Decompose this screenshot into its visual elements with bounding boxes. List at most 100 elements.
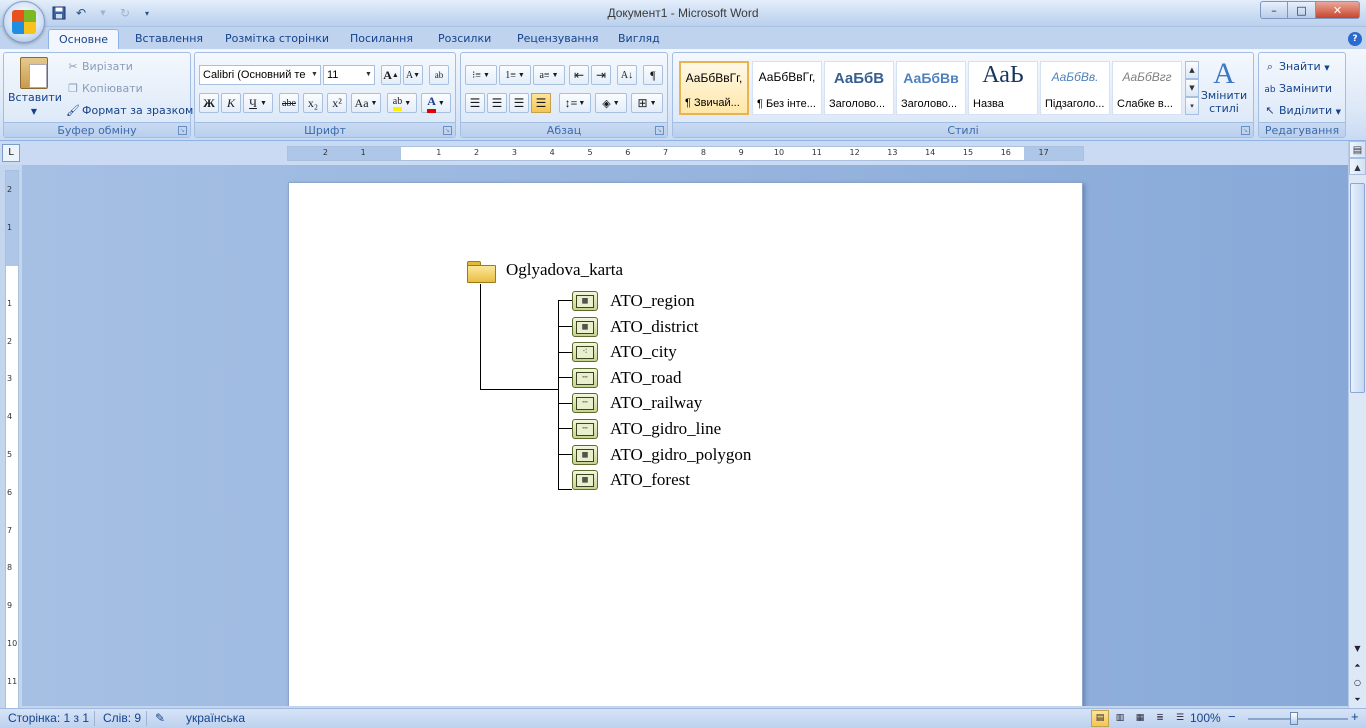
style-title[interactable]: АаЬ Назва <box>968 61 1038 115</box>
grow-font-button[interactable]: A ▲ <box>381 65 401 85</box>
style-normal[interactable]: АаБбВвГг, ¶ Звичай... <box>679 61 749 115</box>
tab-insert[interactable]: Вставлення <box>125 29 213 49</box>
show-marks-button[interactable]: ¶ <box>643 65 663 85</box>
font-launcher-icon[interactable]: ↘ <box>443 126 452 135</box>
zoom-out-button[interactable]: − <box>1228 709 1236 724</box>
replace-button[interactable]: ab Замінити <box>1263 79 1332 99</box>
shrink-font-button[interactable]: A ▼ <box>403 65 423 85</box>
proofing-icon[interactable]: ✎ <box>155 711 165 725</box>
ruler-number: 2 <box>322 148 328 157</box>
clear-formatting-button[interactable]: ab <box>429 65 449 85</box>
zoom-slider-track[interactable] <box>1248 718 1348 720</box>
tree-item: ╌ ATO_gidro_line <box>572 418 721 440</box>
superscript-button[interactable]: x² <box>327 93 347 113</box>
language-indicator[interactable]: українська <box>186 711 245 725</box>
style-subtle-emphasis[interactable]: АаБбВгг Слабке в... <box>1112 61 1182 115</box>
word-count[interactable]: Слів: 9 <box>103 711 141 725</box>
justify-button[interactable]: ☰ <box>531 93 551 113</box>
tab-selector-icon[interactable]: L <box>2 144 20 162</box>
font-size-select[interactable]: 11 ▼ <box>323 65 375 85</box>
style-heading-2[interactable]: АаБбВв Заголово... <box>896 61 966 115</box>
change-case-button[interactable]: Aa ▼ <box>351 93 381 113</box>
underline-button[interactable]: Ч ▼ <box>243 93 273 113</box>
style-heading-1[interactable]: АаБбВ Заголово... <box>824 61 894 115</box>
sort-button[interactable]: A↓ <box>617 65 637 85</box>
highlight-button[interactable]: ab ▼ <box>387 93 417 113</box>
zoom-level[interactable]: 100% <box>1190 711 1221 725</box>
cut-button[interactable]: ✂ Вирізати <box>66 57 133 77</box>
close-button[interactable]: ✕ <box>1316 1 1360 19</box>
tab-view[interactable]: Вигляд <box>608 29 670 49</box>
vertical-ruler[interactable]: 2 1 1 2 3 4 5 6 7 8 9 10 11 <box>5 170 19 710</box>
decrease-indent-button[interactable]: ⇤ <box>569 65 589 85</box>
gallery-up-icon[interactable]: ▲ <box>1185 61 1199 79</box>
select-button[interactable]: ↖ Виділити ▼ <box>1263 101 1341 121</box>
increase-indent-icon: ⇥ <box>595 67 607 82</box>
tab-page-layout[interactable]: Розмітка сторінки <box>215 29 339 49</box>
find-button[interactable]: ⌕ Знайти ▼ <box>1263 57 1330 77</box>
styles-launcher-icon[interactable]: ↘ <box>1241 126 1250 135</box>
ruler-toggle-icon[interactable]: ▤ <box>1349 141 1366 158</box>
ruler-number: 1 <box>7 223 13 233</box>
web-layout-view-icon[interactable]: ▦ <box>1131 710 1149 727</box>
scroll-thumb[interactable] <box>1350 183 1365 393</box>
paragraph-launcher-icon[interactable]: ↘ <box>655 126 664 135</box>
horizontal-ruler[interactable]: 2 1 1 2 3 4 5 6 7 8 9 10 11 12 13 14 15 16 17 <box>287 146 1084 161</box>
style-subtitle[interactable]: АаБбВв. Підзаголо... <box>1040 61 1110 115</box>
gallery-more-icon[interactable]: ▾ <box>1185 97 1199 115</box>
maximize-button[interactable]: □ <box>1288 1 1316 19</box>
align-right-button[interactable]: ☰ <box>509 93 529 113</box>
style-no-spacing[interactable]: АаБбВвГг, ¶ Без інте... <box>752 61 822 115</box>
next-page-icon[interactable]: ⏷ <box>1349 691 1366 708</box>
bullets-button[interactable]: ⁝≡ ▼ <box>465 65 497 85</box>
shading-button[interactable]: ◈ ▼ <box>595 93 627 113</box>
zoom-slider-thumb[interactable] <box>1290 712 1298 725</box>
draft-view-icon[interactable]: ☰ <box>1171 710 1189 727</box>
vertical-scrollbar[interactable]: ▤ ▲ ▼ ⏶ ○ ⏷ <box>1348 141 1366 708</box>
page-count[interactable]: Сторінка: 1 з 1 <box>8 711 89 725</box>
pilcrow-icon: ¶ <box>650 67 656 82</box>
layer-glyph: ▦ <box>576 294 594 308</box>
tab-mailings[interactable]: Розсилки <box>428 29 501 49</box>
paste-button[interactable]: Вставити ▼ <box>8 57 62 119</box>
align-center-button[interactable]: ☰ <box>487 93 507 113</box>
previous-page-icon[interactable]: ⏶ <box>1349 657 1366 674</box>
tab-references[interactable]: Посилання <box>340 29 423 49</box>
font-color-button[interactable]: A ▼ <box>421 93 451 113</box>
help-icon[interactable]: ? <box>1348 32 1362 46</box>
change-styles-button[interactable]: A Змінити стилі <box>1199 57 1249 116</box>
borders-button[interactable]: ⊞ ▼ <box>631 93 663 113</box>
scroll-up-icon[interactable]: ▲ <box>1349 158 1366 175</box>
numbering-button[interactable]: 1≡ ▼ <box>499 65 531 85</box>
multilevel-list-button[interactable]: a≡ ▼ <box>533 65 565 85</box>
clipboard-launcher-icon[interactable]: ↘ <box>178 126 187 135</box>
subscript-button[interactable]: x₂ <box>303 93 323 113</box>
tab-home[interactable]: Основне <box>48 29 120 49</box>
font-family-select[interactable]: Calibri (Основний те ▼ <box>199 65 321 85</box>
outline-view-icon[interactable]: ≣ <box>1151 710 1169 727</box>
style-name: Назва <box>973 98 1004 110</box>
print-layout-view-icon[interactable]: ▤ <box>1091 710 1109 727</box>
full-screen-reading-view-icon[interactable]: ▥ <box>1111 710 1129 727</box>
strikethrough-button[interactable]: abe <box>279 93 299 113</box>
italic-button[interactable]: К <box>221 93 241 113</box>
increase-indent-button[interactable]: ⇥ <box>591 65 611 85</box>
font-size-value: 11 <box>327 69 339 81</box>
browse-object-icon[interactable]: ○ <box>1349 674 1366 691</box>
tab-review[interactable]: Рецензування <box>507 29 608 49</box>
minimize-button[interactable]: – <box>1260 1 1288 19</box>
format-painter-button[interactable]: 🖌 Формат за зразком <box>66 101 193 121</box>
zoom-in-button[interactable]: + <box>1351 709 1359 724</box>
office-button[interactable] <box>3 1 45 43</box>
tree-item: ▦ ATO_district <box>572 316 698 338</box>
line-spacing-button[interactable]: ↕≡ ▼ <box>559 93 591 113</box>
align-left-button[interactable]: ☰ <box>465 93 485 113</box>
ruler-number: 6 <box>625 148 631 157</box>
copy-button[interactable]: ❐ Копіювати <box>66 79 143 99</box>
scroll-down-icon[interactable]: ▼ <box>1349 640 1366 657</box>
document-page[interactable]: Oglyadova_karta ▦ ATO_region ▦ ATO_distr… <box>288 182 1083 706</box>
change-styles-icon: A <box>1213 57 1235 90</box>
ruler-number: 7 <box>7 525 13 535</box>
bold-button[interactable]: Ж <box>199 93 219 113</box>
gallery-down-icon[interactable]: ▼ <box>1185 79 1199 97</box>
